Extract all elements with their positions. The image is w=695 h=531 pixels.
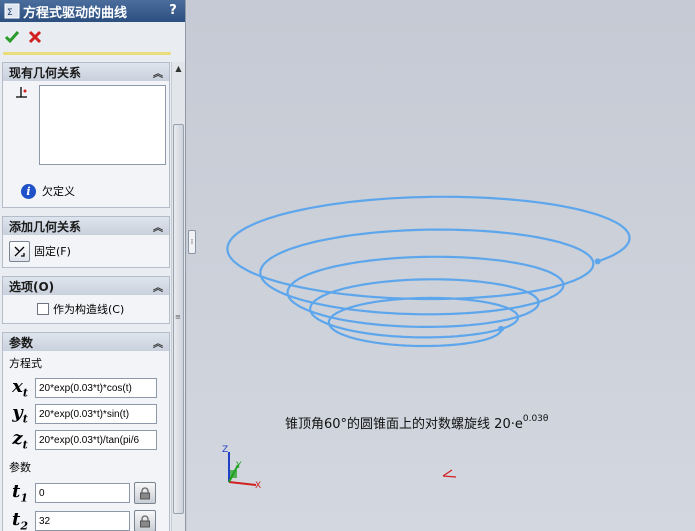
triad-z-label: Z — [222, 445, 228, 455]
coordinate-triad: Z Y X — [222, 445, 261, 491]
curve-end-point[interactable] — [594, 258, 601, 265]
curve-caption: 锥顶角60°的圆锥面上的对数螺旋线 20·e0.03θ — [285, 413, 549, 432]
spiral-curve-canvas: Z Y X — [222, 195, 631, 491]
log-spiral-curve[interactable] — [226, 195, 631, 348]
origin-icon — [442, 469, 457, 478]
triad-x-label: X — [255, 481, 261, 491]
curve-start-point[interactable] — [498, 325, 504, 332]
triad-y-label: Y — [235, 461, 242, 471]
caption-exponent: 0.03θ — [522, 413, 549, 424]
